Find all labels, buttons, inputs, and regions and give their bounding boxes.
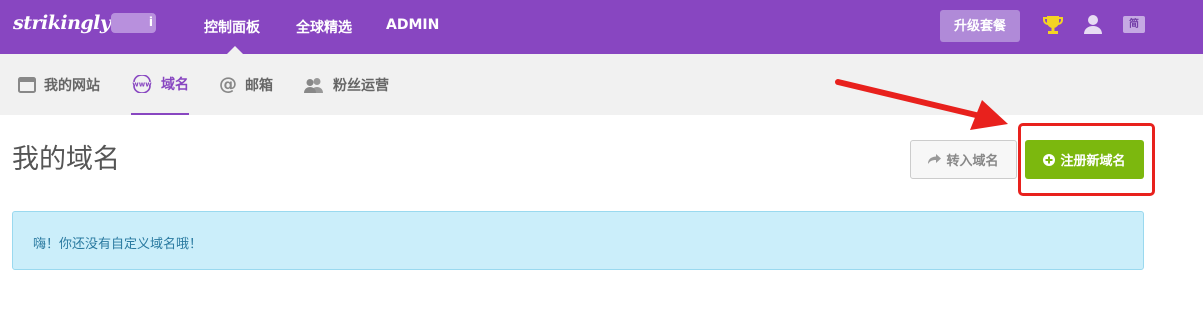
www-globe-icon: www	[132, 74, 152, 93]
transfer-domain-label: 转入域名	[946, 153, 999, 168]
language-switch[interactable]: 简	[1123, 16, 1145, 33]
trophy-icon[interactable]	[1043, 14, 1063, 36]
nav-admin[interactable]: ADMIN	[386, 17, 439, 33]
strikingly-logo[interactable]: strikingly	[13, 12, 111, 34]
subnav-domains[interactable]: www 域名	[131, 54, 189, 115]
active-nav-caret	[227, 46, 243, 54]
users-icon	[304, 77, 323, 93]
top-navbar: strikingly i 控制面板 全球精选 ADMIN 升级套餐 简	[0, 0, 1203, 54]
user-profile-icon[interactable]	[1083, 13, 1103, 35]
browser-window-icon	[18, 76, 36, 93]
account-badge[interactable]: i	[111, 13, 156, 33]
subnav-domains-label: 域名	[161, 76, 189, 93]
subnav-fan-ops[interactable]: 粉丝运营	[303, 54, 389, 115]
empty-domains-alert: 嗨！你还没有自定义域名哦！	[12, 211, 1144, 270]
transfer-domain-button[interactable]: 转入域名	[910, 140, 1017, 179]
at-icon: @	[219, 73, 237, 95]
nav-global-featured[interactable]: 全球精选	[296, 17, 352, 37]
annotation-highlight-box	[1018, 123, 1155, 196]
www-icon-text: www	[132, 80, 152, 88]
subnav-my-sites-label: 我的网站	[44, 77, 100, 94]
subnav-email[interactable]: @ 邮箱	[219, 54, 273, 115]
annotation-arrow	[835, 79, 1008, 130]
nav-dashboard[interactable]: 控制面板	[204, 17, 260, 37]
upgrade-plan-button[interactable]: 升级套餐	[940, 10, 1020, 42]
subnav-my-sites[interactable]: 我的网站	[18, 54, 100, 115]
subnav-fan-ops-label: 粉丝运营	[333, 77, 389, 94]
page-title: 我的域名	[12, 144, 120, 175]
subnav-email-label: 邮箱	[245, 77, 273, 94]
empty-domains-message: 嗨！你还没有自定义域名哦！	[33, 237, 203, 252]
account-badge-text: i	[148, 15, 153, 29]
share-arrow-icon	[928, 154, 942, 164]
